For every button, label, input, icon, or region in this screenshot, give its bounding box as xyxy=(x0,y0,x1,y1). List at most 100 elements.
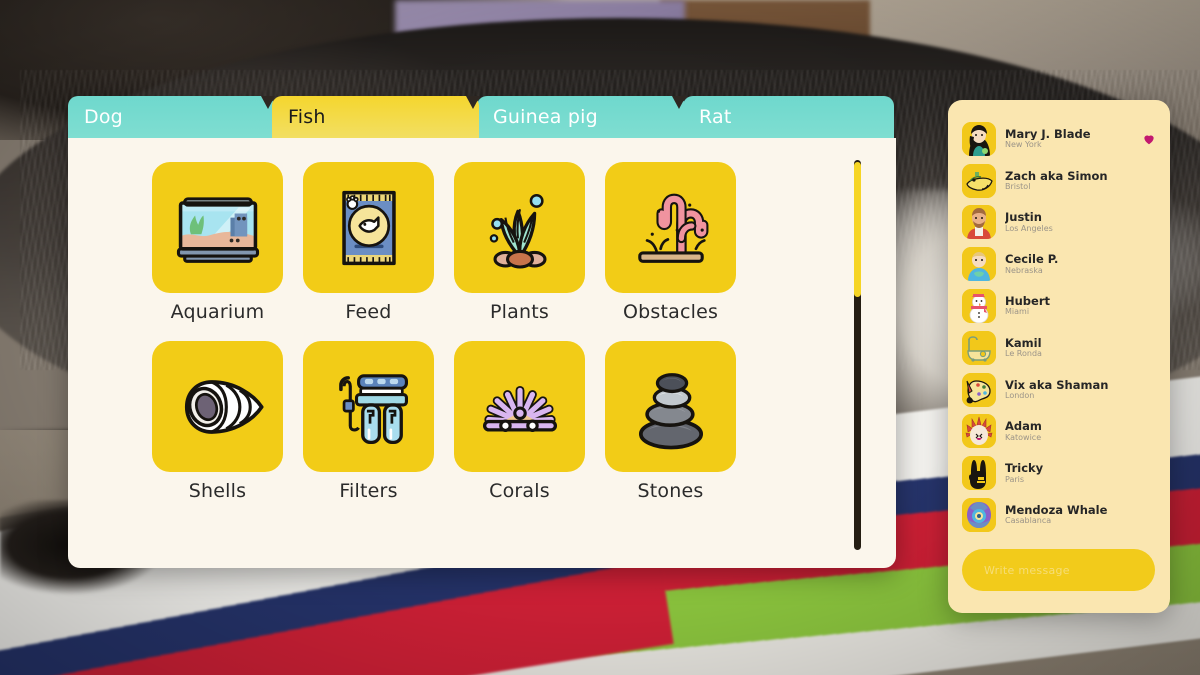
item-label-plants: Plants xyxy=(490,301,549,323)
grid-item-aquarium[interactable]: Aquarium xyxy=(152,162,283,323)
scrollbar-track[interactable] xyxy=(854,160,861,550)
contact-city: Bristol xyxy=(1005,183,1031,192)
item-label-stones: Stones xyxy=(637,480,704,502)
contact-city: Le Ronda xyxy=(1005,350,1042,359)
contact-text: Vix aka Shaman London xyxy=(1005,379,1156,401)
list-item[interactable]: Vix aka Shaman London xyxy=(948,369,1170,411)
tile-plants[interactable] xyxy=(454,162,585,293)
contact-text: Justin Los Angeles xyxy=(1005,211,1156,233)
contact-city: Katowice xyxy=(1005,433,1042,442)
contact-text: Cecile P. Nebraska xyxy=(1005,253,1156,275)
contact-name: Vix aka Shaman xyxy=(1005,378,1109,392)
list-item[interactable]: Zach aka Simon Bristol xyxy=(948,160,1170,202)
grid-item-plants[interactable]: Plants xyxy=(454,162,585,323)
contact-list: Mary J. Blade New York Zach aka Simon Br… xyxy=(948,118,1170,536)
seashell-icon xyxy=(184,379,264,434)
contact-text: Tricky Paris xyxy=(1005,462,1156,484)
scrollbar-thumb[interactable] xyxy=(854,162,861,297)
contact-name: Cecile P. xyxy=(1005,253,1059,266)
grid-item-shells[interactable]: Shells xyxy=(152,341,283,502)
contact-name: Adam xyxy=(1005,420,1042,433)
tab-bar: Dog Fish Guinea pig Rat xyxy=(68,96,896,138)
favorite-heart-icon[interactable] xyxy=(1142,132,1156,146)
contact-city: London xyxy=(1005,392,1035,401)
grid-item-filters[interactable]: Filters xyxy=(303,341,434,502)
tile-corals[interactable] xyxy=(454,341,585,472)
contact-city: Miami xyxy=(1005,308,1030,317)
tab-guinea-pig[interactable]: Guinea pig xyxy=(477,96,686,138)
tile-shells[interactable] xyxy=(152,341,283,472)
tab-dog-label: Dog xyxy=(84,106,123,128)
punk-head-avatar xyxy=(962,414,996,449)
tile-obstacles[interactable] xyxy=(605,162,736,293)
woman-dark-hair-avatar xyxy=(962,121,996,156)
contact-text: Mendoza Whale Casablanca xyxy=(1005,504,1156,526)
grid-item-stones[interactable]: Stones xyxy=(605,341,736,502)
contact-text: Zach aka Simon Bristol xyxy=(1005,170,1156,192)
contact-city: Nebraska xyxy=(1005,266,1043,275)
tab-rat-label: Rat xyxy=(699,106,732,128)
contact-city: Paris xyxy=(1005,475,1025,484)
contact-name: Zach aka Simon xyxy=(1005,169,1108,183)
tab-fish[interactable]: Fish xyxy=(272,96,480,138)
contact-city: Casablanca xyxy=(1005,517,1052,526)
contacts-panel: Mary J. Blade New York Zach aka Simon Br… xyxy=(948,100,1170,613)
tab-panel-body: Aquarium Feed Plants Obstacles Shells Fi… xyxy=(68,138,896,568)
tile-filters[interactable] xyxy=(303,341,434,472)
feed-bag-icon xyxy=(341,190,396,265)
list-item[interactable]: Mary J. Blade New York xyxy=(948,118,1170,160)
message-input[interactable]: Write message xyxy=(962,549,1155,591)
water-filter-icon xyxy=(338,373,408,444)
contact-name: Justin xyxy=(1005,211,1042,224)
contact-name: Mary J. Blade xyxy=(1005,127,1091,141)
item-label-filters: Filters xyxy=(339,480,398,502)
contact-text: Adam Katowice xyxy=(1005,420,1156,442)
baby-blue-outfit-avatar xyxy=(962,247,996,282)
tile-stones[interactable] xyxy=(605,341,736,472)
tab-rat[interactable]: Rat xyxy=(683,96,894,138)
item-label-aquarium: Aquarium xyxy=(170,301,265,323)
list-item[interactable]: Kamil Le Ronda xyxy=(948,327,1170,369)
yellow-creature-avatar xyxy=(962,163,996,198)
grid-item-obstacles[interactable]: Obstacles xyxy=(605,162,736,323)
tab-guinea-pig-label: Guinea pig xyxy=(493,106,598,128)
coral-branch-icon xyxy=(637,193,708,263)
list-item[interactable]: Tricky Paris xyxy=(948,452,1170,494)
list-item[interactable]: Mendoza Whale Casablanca xyxy=(948,494,1170,536)
rock-hand-avatar xyxy=(962,456,996,491)
sea-anemone-icon xyxy=(482,385,557,432)
contact-text: Hubert Miami xyxy=(1005,295,1156,317)
bathtub-avatar xyxy=(962,330,996,365)
bearded-man-avatar xyxy=(962,205,996,240)
snowman-avatar xyxy=(962,289,996,324)
tile-aquarium[interactable] xyxy=(152,162,283,293)
aquarium-icon xyxy=(176,196,259,263)
contact-name: Mendoza Whale xyxy=(1005,504,1108,517)
list-item[interactable]: Hubert Miami xyxy=(948,285,1170,327)
list-item[interactable]: Adam Katowice xyxy=(948,411,1170,453)
item-label-obstacles: Obstacles xyxy=(622,301,719,323)
grid-item-feed[interactable]: Feed xyxy=(303,162,434,323)
stacked-stones-icon xyxy=(638,372,703,449)
contact-name: Tricky xyxy=(1005,462,1044,475)
contact-city: Los Angeles xyxy=(1005,224,1053,233)
tab-separator-notch xyxy=(466,96,480,109)
list-item[interactable]: Justin Los Angeles xyxy=(948,202,1170,244)
contact-text: Mary J. Blade New York xyxy=(1005,128,1133,150)
item-grid: Aquarium Feed Plants Obstacles Shells Fi… xyxy=(152,162,736,502)
list-item[interactable]: Cecile P. Nebraska xyxy=(948,243,1170,285)
tab-dog[interactable]: Dog xyxy=(68,96,275,138)
message-input-placeholder: Write message xyxy=(984,563,1070,577)
tile-feed[interactable] xyxy=(303,162,434,293)
contact-text: Kamil Le Ronda xyxy=(1005,337,1156,359)
app-window: Dog Fish Guinea pig Rat Aquarium Feed Pl… xyxy=(68,96,896,568)
item-label-shells: Shells xyxy=(188,480,247,502)
item-label-corals: Corals xyxy=(489,480,550,502)
tab-fish-label: Fish xyxy=(288,106,326,128)
grid-item-corals[interactable]: Corals xyxy=(454,341,585,502)
seaweed-icon xyxy=(489,193,547,269)
contact-city: New York xyxy=(1005,141,1042,150)
contact-name: Hubert xyxy=(1005,295,1051,308)
paint-palette-avatar xyxy=(962,372,996,407)
item-label-feed: Feed xyxy=(345,301,392,323)
